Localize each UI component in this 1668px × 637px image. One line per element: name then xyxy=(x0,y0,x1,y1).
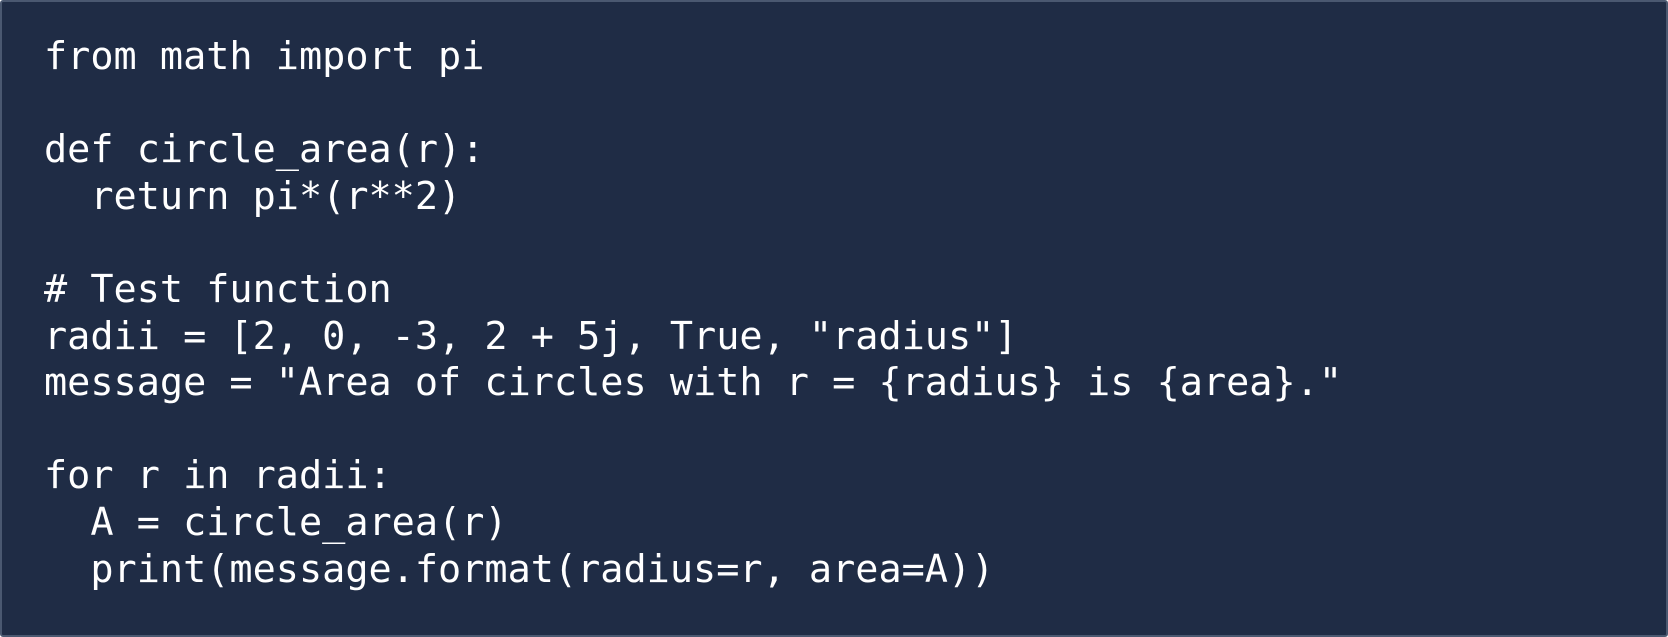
code-line-message: message = "Area of circles with r = {rad… xyxy=(44,360,1343,406)
code-line-for: for r in radii: xyxy=(44,453,392,499)
code-line-import: from math import pi xyxy=(44,34,485,79)
code-line-comment: # Test function xyxy=(44,266,392,312)
code-line-def: def circle_area(r): xyxy=(44,127,485,173)
code-line-return: return pi*(r**2) xyxy=(44,173,462,219)
code-line-assign: A = circle_area(r) xyxy=(44,499,508,545)
code-line-print: print(message.format(radius=r, area=A)) xyxy=(44,546,995,592)
code-block: from math import pi def circle_area(r): … xyxy=(0,0,1668,637)
code-line-radii: radii = [2, 0, -3, 2 + 5j, True, "radius… xyxy=(44,313,1018,359)
